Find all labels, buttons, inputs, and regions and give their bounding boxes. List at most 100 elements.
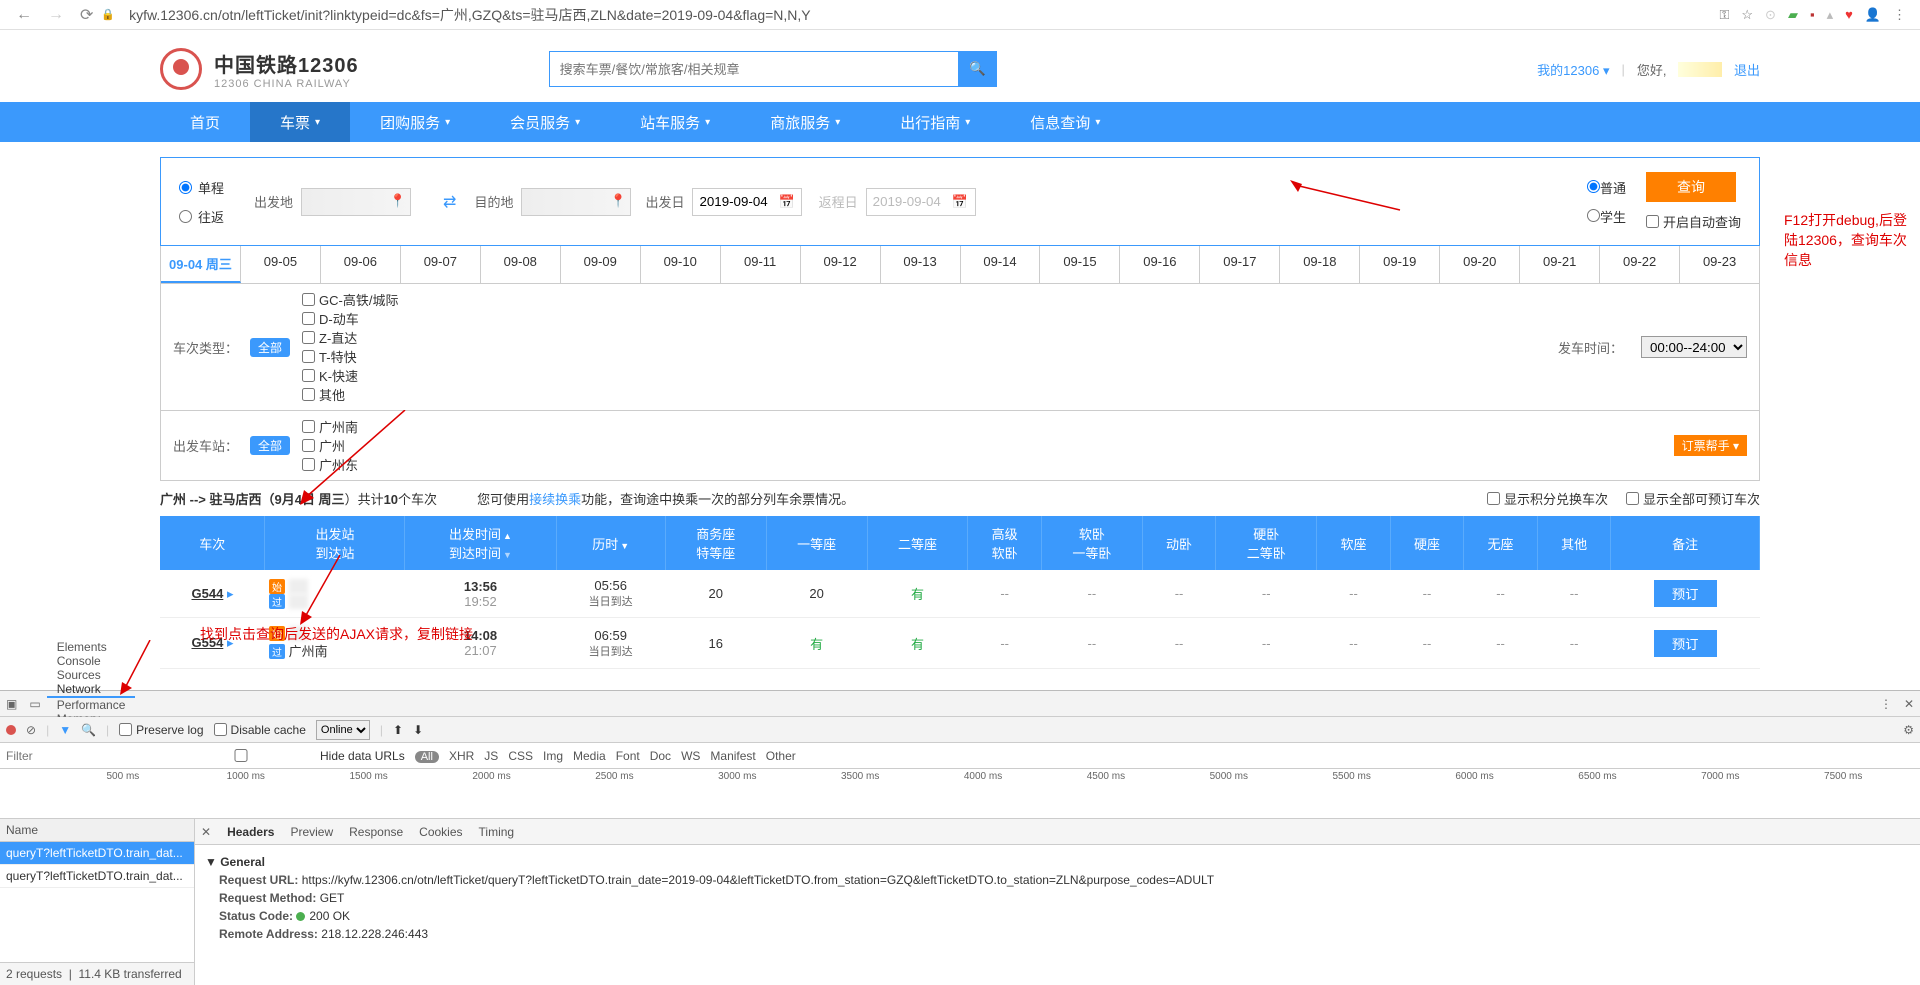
type-check[interactable]: T-特快 <box>302 347 398 366</box>
profile-icon[interactable]: 👤 <box>1865 7 1881 23</box>
request-row[interactable]: queryT?leftTicketDTO.train_dat... <box>0 842 194 865</box>
network-timeline[interactable]: 500 ms1000 ms1500 ms2000 ms2500 ms3000 m… <box>0 769 1920 819</box>
col-header[interactable]: 其他 <box>1537 516 1611 570</box>
booking-helper-button[interactable]: 订票帮手 ▾ <box>1674 435 1747 456</box>
device-icon[interactable]: ▭ <box>23 697 46 711</box>
filter-type[interactable]: Img <box>543 749 563 763</box>
hide-urls-check[interactable]: Hide data URLs <box>166 749 405 763</box>
col-header[interactable]: 历时▼ <box>556 516 665 570</box>
date-tab[interactable]: 09-20 <box>1440 246 1520 283</box>
transfer-link[interactable]: 接续换乘 <box>529 492 581 507</box>
col-header[interactable]: 硬座 <box>1390 516 1464 570</box>
date-tab[interactable]: 09-21 <box>1520 246 1600 283</box>
filter-type[interactable]: Font <box>616 749 640 763</box>
search-input[interactable] <box>549 51 959 87</box>
filter-type[interactable]: Manifest <box>710 749 755 763</box>
search-icon[interactable]: 🔍 <box>81 723 96 737</box>
col-header[interactable]: 高级软卧 <box>968 516 1042 570</box>
response-tab[interactable]: Response <box>349 825 403 839</box>
cookies-tab[interactable]: Cookies <box>419 825 462 839</box>
upload-icon[interactable]: ⬆ <box>393 723 403 737</box>
col-header[interactable]: 一等座 <box>766 516 867 570</box>
disable-cache-check[interactable]: Disable cache <box>214 723 306 737</box>
date-tab[interactable]: 09-12 <box>801 246 881 283</box>
col-header[interactable]: 硬卧二等卧 <box>1216 516 1317 570</box>
date-tab[interactable]: 09-15 <box>1040 246 1120 283</box>
tag-all[interactable]: 全部 <box>250 436 290 455</box>
date-tab[interactable]: 09-17 <box>1200 246 1280 283</box>
calendar-icon[interactable]: 📅 <box>778 194 794 210</box>
date-tab[interactable]: 09-13 <box>881 246 961 283</box>
nav-info[interactable]: 信息查询▾ <box>1000 102 1130 142</box>
name-column-header[interactable]: Name <box>0 819 194 842</box>
devtools-close-icon[interactable]: ✕ <box>1898 697 1920 711</box>
col-header[interactable]: 软座 <box>1317 516 1391 570</box>
menu-icon[interactable]: ⋮ <box>1893 7 1906 23</box>
date-tab[interactable]: 09-10 <box>641 246 721 283</box>
devtools-menu-icon[interactable]: ⋮ <box>1874 697 1898 711</box>
devtools-tab-performance[interactable]: Performance <box>47 698 136 712</box>
col-header[interactable]: 动卧 <box>1142 516 1216 570</box>
ext-icon-2[interactable]: ▰ <box>1788 7 1798 23</box>
filter-type[interactable]: CSS <box>508 749 533 763</box>
pdf-icon[interactable]: ▪ <box>1810 7 1815 22</box>
nav-business[interactable]: 商旅服务▾ <box>740 102 870 142</box>
date-tab[interactable]: 09-16 <box>1120 246 1200 283</box>
nav-group[interactable]: 团购服务▾ <box>350 102 480 142</box>
general-section[interactable]: ▼ General <box>205 855 1910 869</box>
date-tab[interactable]: 09-18 <box>1280 246 1360 283</box>
key-icon[interactable]: ⚿ <box>1719 7 1729 23</box>
logo[interactable]: 中国铁路12306 12306 CHINA RAILWAY <box>160 48 359 90</box>
date-tab[interactable]: 09-23 <box>1680 246 1759 283</box>
ext-icon-3[interactable]: ▴ <box>1827 7 1834 23</box>
preview-tab[interactable]: Preview <box>290 825 333 839</box>
depart-time-select[interactable]: 00:00--24:00 <box>1641 336 1747 358</box>
address-bar[interactable]: kyfw.12306.cn/otn/leftTicket/init?linkty… <box>121 5 1719 25</box>
col-header[interactable]: 二等座 <box>867 516 968 570</box>
date-tab[interactable]: 09-09 <box>561 246 641 283</box>
tag-all[interactable]: 全部 <box>250 338 290 357</box>
col-header[interactable]: 出发时间▲到达时间▼ <box>405 516 556 570</box>
heart-icon[interactable]: ♥ <box>1845 7 1853 22</box>
inspect-icon[interactable]: ▣ <box>0 697 23 711</box>
star-icon[interactable]: ☆ <box>1741 7 1753 23</box>
col-header[interactable]: 无座 <box>1464 516 1538 570</box>
date-tab[interactable]: 09-19 <box>1360 246 1440 283</box>
swap-icon[interactable]: ⇄ <box>443 192 456 212</box>
col-header[interactable]: 车次 <box>160 516 265 570</box>
record-button[interactable] <box>6 725 16 735</box>
to-input[interactable]: 📍 <box>521 188 631 216</box>
auto-query-check[interactable]: 开启自动查询 <box>1646 212 1741 231</box>
filter-input[interactable] <box>6 749 156 763</box>
filter-toggle-icon[interactable]: ▼ <box>59 723 71 737</box>
filter-type[interactable]: Media <box>573 749 606 763</box>
nav-member[interactable]: 会员服务▾ <box>480 102 610 142</box>
oneway-radio[interactable]: 单程 <box>179 178 224 197</box>
nav-home[interactable]: 首页 <box>160 102 250 142</box>
col-header[interactable]: 软卧一等卧 <box>1041 516 1142 570</box>
query-button[interactable]: 查询 <box>1646 172 1736 202</box>
reload-button[interactable]: ⟳ <box>72 5 101 25</box>
preserve-log-check[interactable]: Preserve log <box>119 723 203 737</box>
col-header[interactable]: 商务座特等座 <box>665 516 766 570</box>
student-radio[interactable]: 学生 <box>1587 207 1626 226</box>
forward-button[interactable]: → <box>40 6 72 24</box>
date-tab[interactable]: 09-11 <box>721 246 801 283</box>
date-tab[interactable]: 09-14 <box>961 246 1041 283</box>
station-check[interactable]: 广州南 <box>302 417 358 436</box>
filter-type[interactable]: All <box>415 751 439 763</box>
filter-type[interactable]: XHR <box>449 749 474 763</box>
train-number[interactable]: G554 <box>192 635 224 650</box>
filter-type[interactable]: WS <box>681 749 700 763</box>
nav-guide[interactable]: 出行指南▾ <box>870 102 1000 142</box>
filter-type[interactable]: JS <box>484 749 498 763</box>
devtools-tab-console[interactable]: Console <box>47 654 136 668</box>
points-check[interactable]: 显示积分兑换车次 <box>1487 489 1608 508</box>
headers-tab[interactable]: Headers <box>227 825 274 839</box>
logout-link[interactable]: 退出 <box>1734 60 1760 79</box>
from-input[interactable]: 📍 <box>301 188 411 216</box>
type-check[interactable]: D-动车 <box>302 309 398 328</box>
clear-icon[interactable]: ⊘ <box>26 723 36 737</box>
nav-station[interactable]: 站车服务▾ <box>610 102 740 142</box>
station-check[interactable]: 广州东 <box>302 455 358 474</box>
